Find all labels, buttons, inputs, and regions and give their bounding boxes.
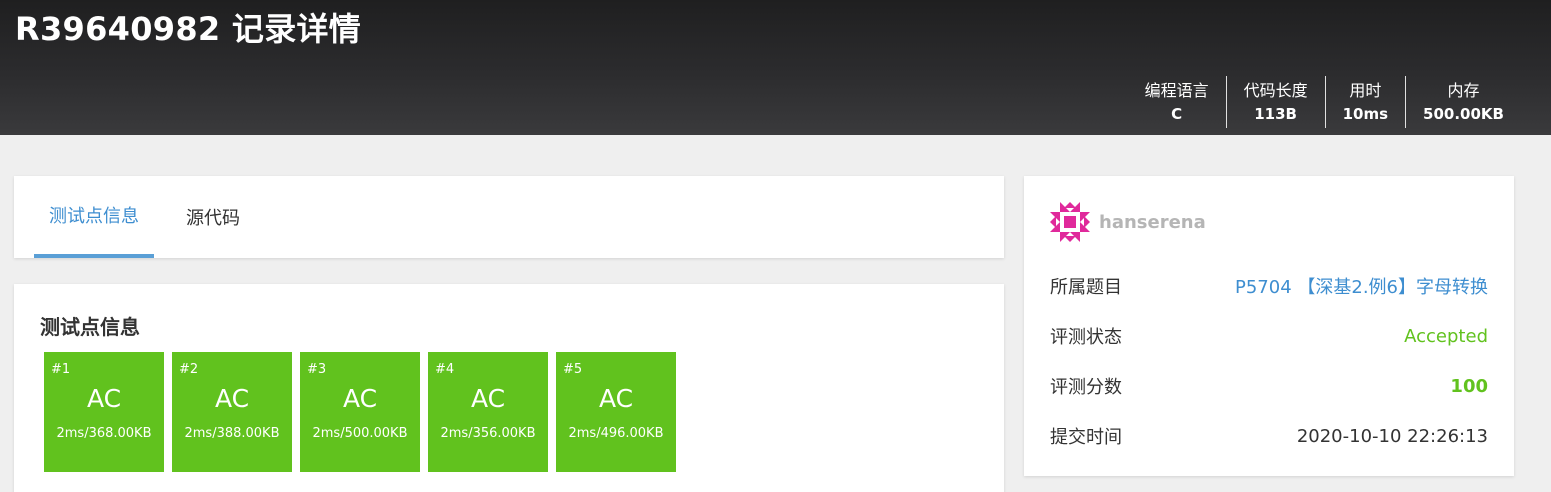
- submit-time-row: 提交时间 2020-10-10 22:26:13: [1050, 421, 1488, 451]
- testcase-item[interactable]: #3 AC 2ms/500.00KB: [300, 352, 420, 472]
- testcase-item[interactable]: #5 AC 2ms/496.00KB: [556, 352, 676, 472]
- score-label: 评测分数: [1050, 377, 1122, 398]
- stat-value: 500.00KB: [1423, 105, 1504, 123]
- testcase-id: #5: [563, 362, 583, 377]
- stat-value: C: [1171, 105, 1183, 123]
- stat-value: 10ms: [1342, 105, 1389, 123]
- tab-source-code[interactable]: 源代码: [174, 176, 252, 258]
- testcase-item[interactable]: #2 AC 2ms/388.00KB: [172, 352, 292, 472]
- testcases-card: 测试点信息 #1 AC 2ms/368.00KB #2 AC 2ms/388.0…: [14, 284, 1004, 492]
- tabs-card: 测试点信息 源代码: [14, 176, 1004, 258]
- testcase-status: AC: [598, 384, 634, 413]
- testcase-status: AC: [342, 384, 378, 413]
- submit-time-value: 2020-10-10 22:26:13: [1296, 425, 1488, 447]
- stat-label: 代码长度: [1243, 81, 1308, 100]
- username: hanserena: [1099, 211, 1206, 233]
- page-header: R39640982 记录详情 编程语言 C 代码长度 113B 用时 10ms …: [0, 0, 1551, 135]
- testcase-id: #1: [51, 362, 71, 377]
- testcase-status: AC: [470, 384, 506, 413]
- identicon-avatar-icon: [1050, 202, 1090, 242]
- testcase-detail: 2ms/356.00KB: [440, 426, 536, 441]
- user-link[interactable]: hanserena: [1050, 202, 1206, 242]
- testcase-item[interactable]: #4 AC 2ms/356.00KB: [428, 352, 548, 472]
- submit-time-label: 提交时间: [1050, 427, 1122, 448]
- status-label: 评测状态: [1050, 327, 1122, 348]
- status-row: 评测状态 Accepted: [1050, 321, 1488, 351]
- stat-language: 编程语言 C: [1128, 76, 1226, 128]
- testcase-status: AC: [214, 384, 250, 413]
- page-title: R39640982 记录详情: [15, 10, 362, 48]
- testcase-grid: #1 AC 2ms/368.00KB #2 AC 2ms/388.00KB #3…: [44, 352, 676, 472]
- score-row: 评测分数 100: [1050, 371, 1488, 401]
- stat-label: 用时: [1349, 81, 1382, 100]
- testcase-detail: 2ms/368.00KB: [56, 426, 152, 441]
- stat-memory: 内存 500.00KB: [1405, 76, 1521, 128]
- testcase-detail: 2ms/388.00KB: [184, 426, 280, 441]
- tab-testcase-info[interactable]: 测试点信息: [34, 176, 154, 258]
- stat-label: 内存: [1447, 81, 1480, 100]
- stat-label: 编程语言: [1144, 81, 1209, 100]
- testcase-detail: 2ms/500.00KB: [312, 426, 408, 441]
- testcases-title: 测试点信息: [40, 315, 140, 339]
- testcase-status: AC: [86, 384, 122, 413]
- problem-row: 所属题目 P5704 【深基2.例6】字母转换: [1050, 271, 1488, 301]
- testcase-id: #3: [307, 362, 327, 377]
- problem-label: 所属题目: [1050, 277, 1122, 298]
- testcase-id: #4: [435, 362, 455, 377]
- stat-code-length: 代码长度 113B: [1225, 76, 1325, 128]
- score-value: 100: [1450, 375, 1488, 397]
- status-value: Accepted: [1404, 325, 1488, 347]
- stat-value: 113B: [1254, 105, 1297, 123]
- testcase-item[interactable]: #1 AC 2ms/368.00KB: [44, 352, 164, 472]
- stat-time: 用时 10ms: [1324, 76, 1405, 128]
- problem-link[interactable]: P5704 【深基2.例6】字母转换: [1235, 273, 1488, 299]
- testcase-detail: 2ms/496.00KB: [568, 426, 664, 441]
- record-stats: 编程语言 C 代码长度 113B 用时 10ms 内存 500.00KB: [1128, 76, 1521, 128]
- testcase-id: #2: [179, 362, 199, 377]
- record-info-card: hanserena 所属题目 P5704 【深基2.例6】字母转换 评测状态 A…: [1024, 176, 1514, 476]
